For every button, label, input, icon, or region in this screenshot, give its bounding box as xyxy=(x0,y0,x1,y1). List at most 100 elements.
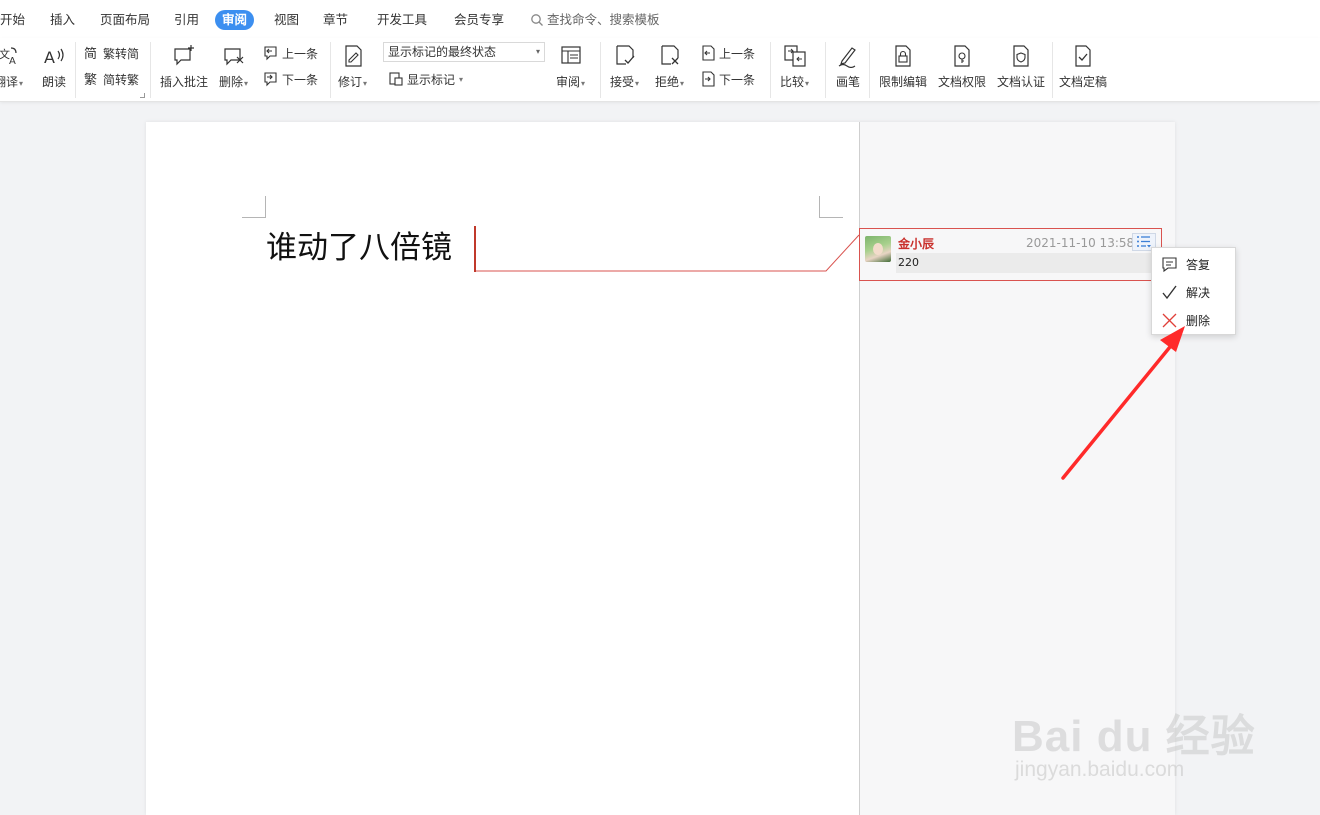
trad-to-simp-label: 繁转简 xyxy=(103,46,140,61)
key-document-icon xyxy=(948,42,976,70)
tab-page-layout[interactable]: 页面布局 xyxy=(100,10,150,30)
doc-finalize-label: 文档定稿 xyxy=(1059,75,1108,89)
ribbon-separator xyxy=(869,42,870,98)
menu-item-resolve-label: 解决 xyxy=(1186,285,1211,300)
baidu-watermark-url: jingyan.baidu.com xyxy=(1015,758,1185,781)
reply-icon xyxy=(1162,256,1177,272)
tab-section[interactable]: 章节 xyxy=(323,10,348,30)
review-pane-button[interactable]: 审阅▾ xyxy=(556,42,585,91)
delete-x-icon xyxy=(1162,313,1177,327)
tab-home[interactable]: 开始 xyxy=(0,10,25,30)
lock-document-icon xyxy=(889,42,917,70)
restrict-editing-label: 限制编辑 xyxy=(879,75,928,89)
review-pane-label: 审阅 xyxy=(556,75,581,89)
prev-label: 上一条 xyxy=(282,46,319,61)
track-changes-label: 修订 xyxy=(338,75,363,89)
insert-comment-label: 插入批注 xyxy=(160,75,209,89)
dialog-launcher-icon[interactable] xyxy=(140,93,145,98)
translate-button[interactable]: 文A 翻译▾ xyxy=(0,42,23,91)
ribbon-separator xyxy=(1052,42,1053,98)
chevron-down-icon: ▾ xyxy=(535,47,540,56)
ribbon-separator xyxy=(150,42,151,98)
next-change-button[interactable]: 下一条 xyxy=(700,70,755,88)
simp-to-trad-button[interactable]: 繁 简转繁 xyxy=(84,70,139,88)
show-markup-button[interactable]: 显示标记 ▾ xyxy=(388,70,463,88)
search-placeholder: 查找命令、搜索模板 xyxy=(547,12,660,27)
svg-text:A: A xyxy=(44,48,55,67)
track-changes-button[interactable]: 修订▾ xyxy=(338,42,367,91)
prev-change-button[interactable]: 上一条 xyxy=(700,44,755,62)
ribbon-separator xyxy=(75,42,76,98)
next-comment-icon xyxy=(264,72,277,87)
prev-comment-button[interactable]: 上一条 xyxy=(263,44,318,62)
ribbon-separator xyxy=(825,42,826,98)
prev-comment-icon xyxy=(264,46,277,61)
compare-icon xyxy=(781,42,809,70)
review-ribbon: 文A 翻译▾ A 朗读 简 繁转简 繁 简转繁 插入批注 删除▾ 上一条 下一条… xyxy=(0,38,1320,102)
command-search[interactable]: 查找命令、搜索模板 xyxy=(530,10,660,30)
check-document-icon xyxy=(1069,42,1097,70)
trad-to-simp-button[interactable]: 简 繁转简 xyxy=(84,44,139,62)
comment-plus-icon xyxy=(170,42,198,70)
restrict-editing-button[interactable]: 限制编辑 xyxy=(879,42,927,89)
reject-icon xyxy=(656,42,684,70)
tab-insert[interactable]: 插入 xyxy=(50,10,75,30)
comment-timestamp: 2021-11-10 13:58 xyxy=(1026,236,1135,250)
simp-to-trad-label: 简转繁 xyxy=(103,72,140,87)
doc-permissions-button[interactable]: 文档权限 xyxy=(938,42,986,89)
reject-label: 拒绝 xyxy=(655,75,680,89)
menu-item-delete-label: 删除 xyxy=(1186,313,1211,328)
translate-icon: 文A xyxy=(0,42,23,70)
show-markup-label: 显示标记 xyxy=(407,72,456,87)
ribbon-separator xyxy=(770,42,771,98)
tab-review[interactable]: 审阅 xyxy=(215,10,255,30)
menu-item-delete[interactable]: 删除 xyxy=(1152,307,1237,333)
comment-author: 金小辰 xyxy=(898,237,935,251)
prev2-label: 上一条 xyxy=(719,46,756,61)
comment-balloon[interactable]: 金小辰 2021-11-10 13:58 220 xyxy=(859,228,1162,281)
doc-certify-button[interactable]: 文档认证 xyxy=(997,42,1045,89)
delete-label: 删除 xyxy=(219,75,244,89)
markup-state-select[interactable]: 显示标记的最终状态 ▾ xyxy=(383,42,545,62)
reject-button[interactable]: 拒绝▾ xyxy=(655,42,684,91)
svg-text:繁: 繁 xyxy=(84,72,97,87)
review-pane-icon xyxy=(557,42,585,70)
ribbon-separator xyxy=(600,42,601,98)
next-change-icon xyxy=(702,71,715,87)
avatar xyxy=(865,236,891,262)
ribbon-tab-bar: 开始 插入 页面布局 引用 审阅 视图 章节 开发工具 会员专享 查找命令、搜索… xyxy=(0,0,1320,38)
trad-char-icon: 简 xyxy=(84,46,97,61)
insert-comment-button[interactable]: 插入批注 xyxy=(160,42,208,89)
next-comment-button[interactable]: 下一条 xyxy=(263,70,318,88)
prev-change-icon xyxy=(702,45,715,61)
baidu-watermark-logo: Bai du 经验 xyxy=(1012,712,1256,761)
check-icon xyxy=(1162,285,1177,299)
tab-references[interactable]: 引用 xyxy=(174,10,199,30)
compare-button[interactable]: 比较▾ xyxy=(780,42,809,91)
ink-label: 画笔 xyxy=(835,75,860,89)
comment-body[interactable]: 220 xyxy=(896,253,1156,273)
shield-document-icon xyxy=(1007,42,1035,70)
comment-context-menu: 答复 解决 删除 xyxy=(1151,247,1236,335)
show-markup-icon xyxy=(389,72,403,86)
list-menu-icon xyxy=(1137,236,1151,248)
pen-icon xyxy=(834,42,862,70)
doc-finalize-button[interactable]: 文档定稿 xyxy=(1059,42,1107,89)
menu-item-resolve[interactable]: 解决 xyxy=(1152,279,1237,305)
tab-member[interactable]: 会员专享 xyxy=(454,10,504,30)
delete-comment-button[interactable]: 删除▾ xyxy=(219,42,248,91)
search-icon xyxy=(531,14,543,26)
margin-corner-mark xyxy=(819,196,843,218)
accept-label: 接受 xyxy=(610,75,635,89)
document-text[interactable]: 谁动了八倍镜 xyxy=(266,227,452,269)
ink-pen-button[interactable]: 画笔 xyxy=(834,42,862,89)
tab-view[interactable]: 视图 xyxy=(274,10,299,30)
tab-developer[interactable]: 开发工具 xyxy=(377,10,427,30)
track-changes-icon xyxy=(339,42,367,70)
next2-label: 下一条 xyxy=(719,72,756,87)
markup-state-value: 显示标记的最终状态 xyxy=(388,45,497,59)
menu-item-reply[interactable]: 答复 xyxy=(1152,251,1237,277)
accept-button[interactable]: 接受▾ xyxy=(610,42,639,91)
read-aloud-button[interactable]: A 朗读 xyxy=(40,42,68,89)
comment-anchor-marker xyxy=(474,226,476,272)
